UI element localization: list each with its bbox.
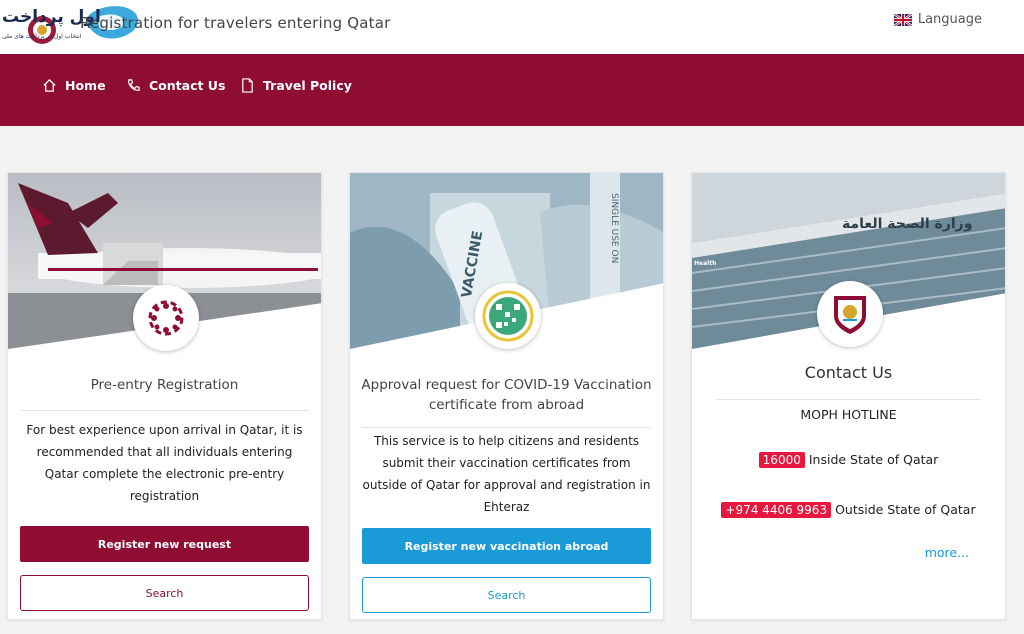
building-sign-text: وزارة الصحة العامة [842, 216, 972, 232]
page-title: Registration for travelers entering Qata… [80, 14, 391, 32]
top-header: اول پرداخت انتخاب اول در پرداخت های ملی … [0, 0, 1024, 54]
qr-code-icon [475, 283, 541, 349]
divider [20, 410, 309, 411]
hotline-outside-number[interactable]: +974 4406 9963 [721, 502, 832, 518]
card-description: For best experience upon arrival in Qata… [26, 423, 303, 503]
card-contact: وزارة الصحة العامة Health Contact Us MOP… [691, 172, 1006, 620]
hotline-inside: 16000 Inside State of Qatar [692, 452, 1005, 468]
moph-emblem-icon [817, 281, 883, 347]
register-vaccination-button[interactable]: Register new vaccination abroad [362, 528, 651, 564]
divider [362, 427, 651, 428]
registration-emblem-icon [133, 285, 199, 351]
nav-label-home: Home [65, 78, 106, 93]
language-selector[interactable]: Language [893, 12, 982, 27]
more-link[interactable]: more... [925, 545, 969, 560]
language-label: Language [917, 12, 982, 27]
card-description: This service is to help citizens and res… [362, 434, 651, 514]
main-nav: Home Contact Us Travel Policy [0, 54, 1024, 126]
logo-subtext: انتخاب اول در پرداخت های ملی [2, 33, 82, 40]
card-title: Approval request for COVID-19 Vaccinatio… [361, 377, 652, 413]
card-vaccination: VACCINE SINGLE USE ON Approval request f… [349, 172, 664, 620]
hotline-inside-label: Inside State of Qatar [808, 452, 939, 467]
hotline-inside-number[interactable]: 16000 [758, 452, 805, 468]
nav-label-contact: Contact Us [149, 78, 226, 93]
search-button[interactable]: Search [362, 577, 651, 613]
document-icon [242, 78, 253, 93]
uk-flag-icon [893, 13, 912, 26]
divider [716, 399, 981, 400]
hotline-heading: MOPH HOTLINE [800, 407, 897, 422]
search-button[interactable]: Search [20, 575, 309, 611]
svg-text:SINGLE USE ON: SINGLE USE ON [609, 193, 619, 263]
home-icon [43, 78, 56, 92]
nav-item-travel-policy[interactable]: Travel Policy [240, 78, 352, 93]
card-pre-entry: Pre-entry Registration For best experien… [7, 172, 322, 620]
contact-title: Contact Us [804, 363, 893, 382]
hotline-outside: +974 4406 9963 Outside State of Qatar [692, 502, 1005, 518]
nav-item-contact[interactable]: Contact Us [126, 78, 225, 93]
nav-label-travel-policy: Travel Policy [263, 78, 352, 93]
register-new-request-button[interactable]: Register new request [20, 526, 309, 562]
hotline-outside-label: Outside State of Qatar [835, 502, 976, 517]
card-title: Pre-entry Registration [90, 377, 239, 393]
building-sign-en: Health [694, 260, 716, 267]
nav-item-home[interactable]: Home [42, 78, 106, 93]
phone-icon [128, 79, 140, 91]
